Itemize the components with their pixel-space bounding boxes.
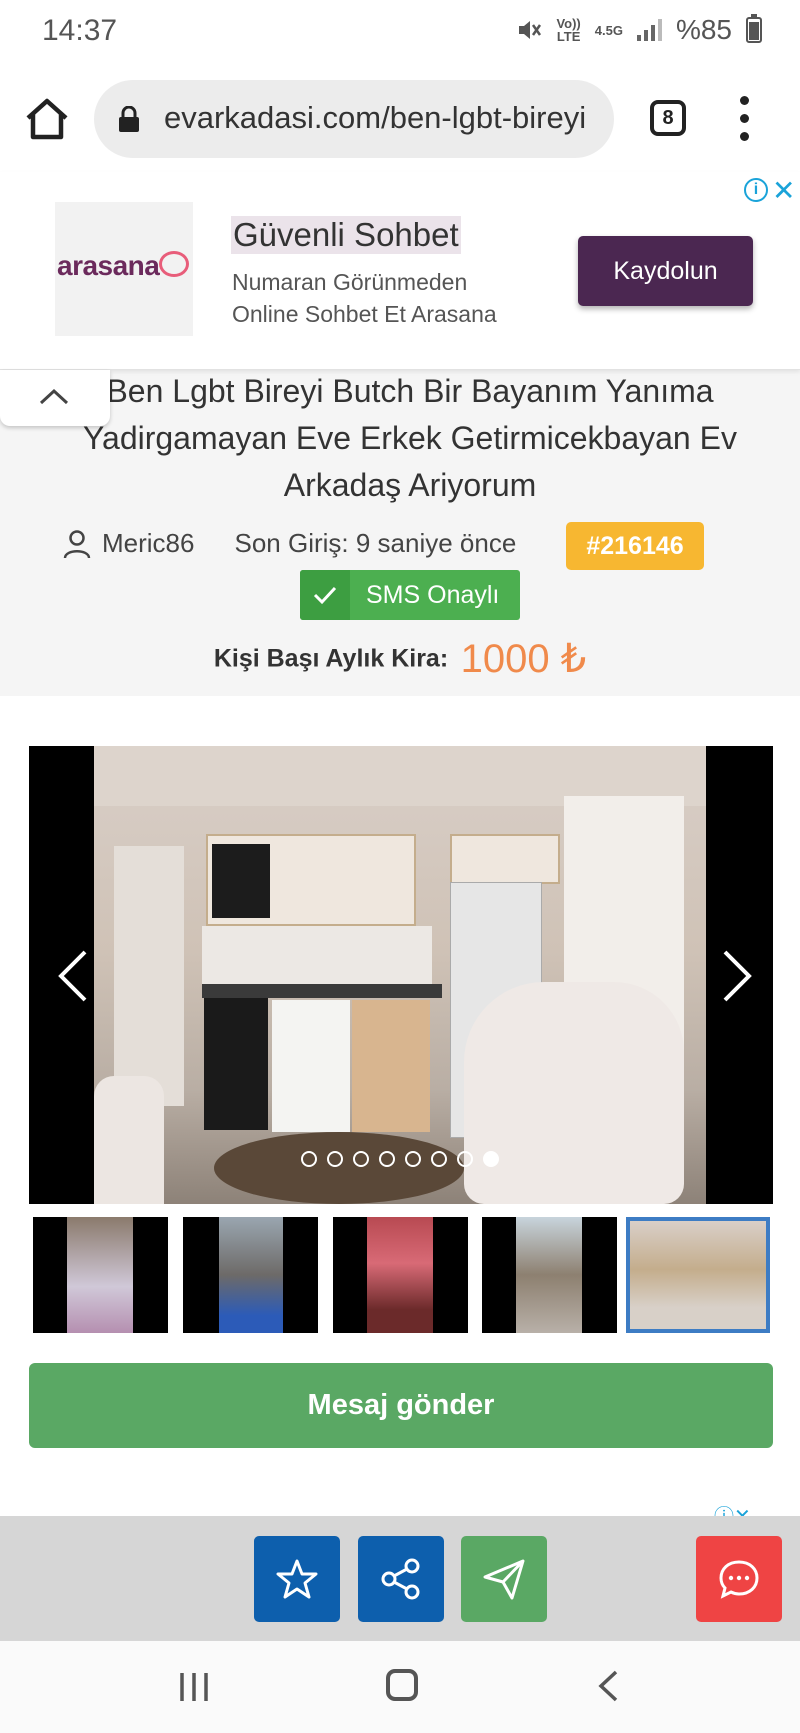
thumbnail[interactable]: [333, 1217, 468, 1333]
rent-label: Kişi Başı Aylık Kira:: [213, 644, 449, 673]
network-type: 4.5G: [594, 22, 623, 38]
gallery-dot[interactable]: [353, 1151, 369, 1167]
paper-plane-icon: [483, 1559, 525, 1600]
address-bar[interactable]: evarkadasi.com/ben-lgbt-bireyi: [94, 80, 614, 158]
chevron-left-icon[interactable]: [53, 946, 93, 1006]
gallery-dot[interactable]: [301, 1151, 317, 1167]
browser-toolbar: evarkadasi.com/ben-lgbt-bireyi 8: [0, 66, 800, 172]
ad-signup-button[interactable]: Kaydolun: [578, 236, 753, 306]
ad-banner[interactable]: arasana Güvenli Sohbet Numaran Görünmede…: [0, 172, 800, 370]
tab-switcher-button[interactable]: 8: [650, 100, 686, 136]
chat-button[interactable]: [696, 1536, 782, 1622]
chat-bubble-icon: [719, 1560, 759, 1599]
share-button[interactable]: [358, 1536, 444, 1622]
check-icon: [300, 570, 350, 620]
chevron-right-icon[interactable]: [717, 946, 757, 1006]
lock-icon: [119, 106, 139, 132]
sms-verified-badge: SMS Onaylı: [300, 570, 520, 620]
ad-title: Güvenli Sohbet: [231, 216, 461, 254]
url-text: evarkadasi.com/ben-lgbt-bireyi: [164, 100, 587, 135]
more-menu-icon[interactable]: [740, 96, 750, 142]
ad-logo: arasana: [55, 202, 193, 336]
system-nav-bar: [0, 1641, 800, 1733]
listing-title: Ben Lgbt Bireyi Butch Bir Bayanım Yanıma…: [83, 373, 737, 503]
signal-icon: [636, 19, 662, 41]
rent-row: Kişi Başı Aylık Kira: 1000 ₺: [0, 636, 800, 682]
ad-description: Numaran Görünmeden Online Sohbet Et Aras…: [232, 269, 497, 327]
battery-icon: [746, 14, 762, 43]
recent-apps-icon[interactable]: [178, 1671, 210, 1703]
ad-close-icon[interactable]: ✕: [772, 174, 795, 207]
send-button[interactable]: [461, 1536, 547, 1622]
ad-info-icon[interactable]: i: [744, 178, 768, 202]
thumbnail[interactable]: [482, 1217, 617, 1333]
star-icon: [276, 1559, 318, 1599]
favorite-button[interactable]: [254, 1536, 340, 1622]
status-bar: 14:37 Vo)) LTE 4.5G %85: [0, 0, 800, 66]
listing-id-badge: #216146: [566, 522, 704, 570]
thumbnail[interactable]: [33, 1217, 168, 1333]
gallery-dot[interactable]: [327, 1151, 343, 1167]
gallery-dot-active[interactable]: [483, 1151, 499, 1167]
send-message-button[interactable]: Mesaj gönder: [29, 1363, 773, 1448]
gallery-dots: [301, 1151, 499, 1167]
battery-text: %85: [675, 14, 732, 45]
listing-photo[interactable]: [94, 746, 706, 1204]
rent-value: 1000 ₺: [460, 637, 587, 681]
thumbnail[interactable]: [183, 1217, 318, 1333]
thumbnail-strip: [33, 1217, 773, 1333]
chat-bubble-logo-icon: [159, 251, 189, 277]
user-info-row: Meric86 Son Giriş: 9 saniye önce: [62, 528, 516, 559]
thumbnail-active[interactable]: [626, 1217, 770, 1333]
share-icon: [381, 1558, 420, 1600]
action-bar: [0, 1516, 800, 1641]
user-icon: [63, 529, 91, 558]
gallery-dot[interactable]: [405, 1151, 421, 1167]
gallery-dot[interactable]: [379, 1151, 395, 1167]
username[interactable]: Meric86: [102, 528, 194, 559]
last-login: Son Giriş: 9 saniye önce: [234, 528, 517, 558]
ad-collapse-button[interactable]: [0, 370, 110, 426]
status-icons: Vo)) LTE 4.5G %85: [516, 14, 762, 46]
volte-icon: Vo)) LTE: [556, 16, 581, 44]
gallery-dot[interactable]: [457, 1151, 473, 1167]
home-icon[interactable]: [22, 94, 72, 144]
photo-gallery[interactable]: [29, 746, 773, 1204]
chevron-up-icon: [39, 388, 69, 405]
nav-home-icon[interactable]: [386, 1669, 418, 1701]
mute-icon: [519, 21, 542, 39]
status-time: 14:37: [42, 14, 118, 47]
back-icon[interactable]: [596, 1669, 620, 1703]
gallery-dot[interactable]: [431, 1151, 447, 1167]
